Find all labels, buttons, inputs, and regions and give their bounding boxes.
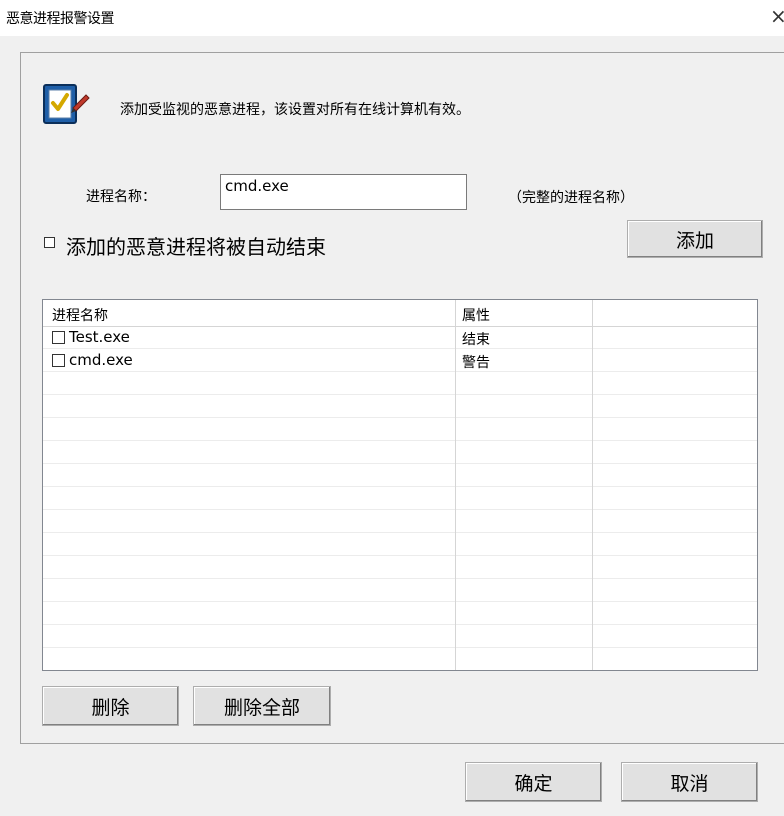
list-item[interactable]: cmd.exe 警告	[43, 349, 757, 372]
window-title: 恶意进程报警设置	[6, 11, 115, 27]
list-item[interactable]: Test.exe 结束	[43, 326, 757, 349]
process-name-input[interactable]	[220, 174, 467, 210]
row-attribute: 警告	[462, 355, 490, 371]
ok-button[interactable]: 确定	[465, 762, 602, 802]
row-process-name: Test.exe	[69, 328, 130, 346]
empty-row	[43, 464, 757, 487]
delete-button[interactable]: 删除	[42, 686, 179, 726]
row-process-name: cmd.exe	[69, 351, 133, 369]
auto-end-checkbox[interactable]	[44, 237, 55, 248]
close-icon[interactable]: ×	[770, 6, 784, 28]
empty-row	[43, 418, 757, 441]
checklist-pen-icon	[43, 84, 90, 124]
add-button[interactable]: 添加	[627, 220, 763, 258]
empty-row	[43, 648, 757, 670]
empty-row	[43, 602, 757, 625]
empty-row	[43, 556, 757, 579]
process-list[interactable]: 进程名称 属性 Test.exe 结束 cmd.exe 警告	[42, 299, 758, 671]
empty-row	[43, 625, 757, 648]
empty-row	[43, 487, 757, 510]
empty-row	[43, 533, 757, 556]
list-rows: Test.exe 结束 cmd.exe 警告	[43, 326, 757, 670]
list-header: 进程名称 属性	[43, 300, 757, 327]
column-divider[interactable]	[455, 300, 456, 670]
column-divider[interactable]	[592, 300, 593, 670]
process-name-hint: （完整的进程名称）	[508, 190, 634, 206]
empty-row	[43, 441, 757, 464]
empty-row	[43, 372, 757, 395]
row-attribute: 结束	[462, 332, 490, 348]
cancel-button[interactable]: 取消	[621, 762, 758, 802]
description-text: 添加受监视的恶意进程，该设置对所有在线计算机有效。	[120, 102, 470, 118]
process-name-label: 进程名称：	[86, 189, 156, 205]
empty-row	[43, 579, 757, 602]
delete-all-button[interactable]: 删除全部	[193, 686, 331, 726]
title-bar: 恶意进程报警设置 ×	[0, 0, 784, 36]
column-header-name[interactable]: 进程名称	[52, 305, 108, 325]
auto-end-label[interactable]: 添加的恶意进程将被自动结束	[66, 231, 326, 260]
row-checkbox[interactable]	[52, 354, 65, 367]
empty-row	[43, 395, 757, 418]
column-header-attribute[interactable]: 属性	[462, 305, 490, 325]
row-checkbox[interactable]	[52, 331, 65, 344]
empty-row	[43, 510, 757, 533]
